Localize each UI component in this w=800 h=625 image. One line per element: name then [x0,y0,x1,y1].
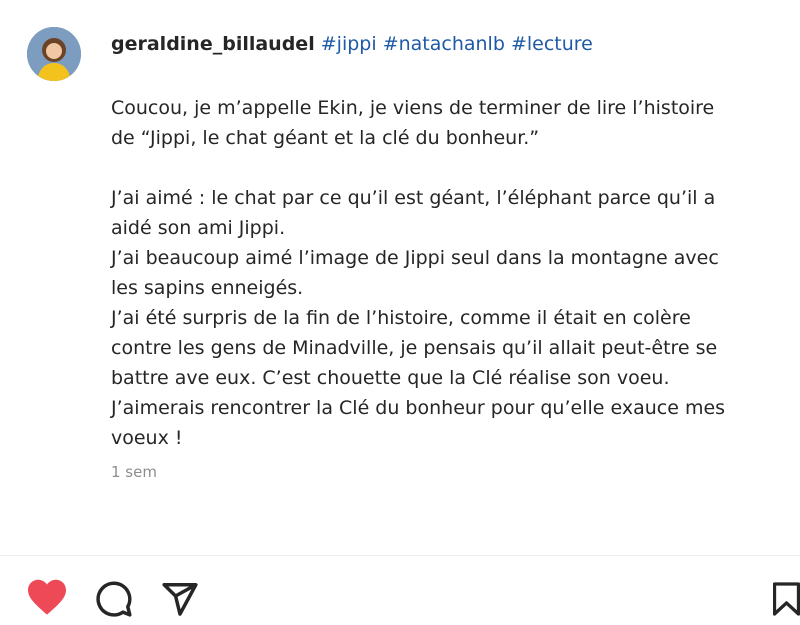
hashtag-link[interactable]: #jippi [321,33,377,55]
caption-line: J’ai aimé : le chat par ce qu’il est géa… [111,187,716,209]
hashtag-link[interactable]: #lecture [511,33,593,55]
comment-button[interactable] [95,580,133,618]
profile-photo-icon [27,27,81,81]
caption-line: J’ai été surpris de la fin de l’histoire… [111,307,691,329]
caption-line: J’aimerais rencontrer la Clé du bonheur … [111,397,726,419]
paper-plane-icon [162,583,198,616]
post-timestamp[interactable]: 1 sem [111,463,157,481]
hashtag-link[interactable]: #natachanlb [383,33,505,55]
like-button[interactable] [26,578,68,616]
heart-filled-icon [28,579,66,615]
caption-line: J’ai beaucoup aimé l’image de Jippi seul… [111,247,719,269]
share-button[interactable] [161,580,199,618]
bookmark-icon [773,582,800,616]
post-caption-panel: geraldine_billaudel #jippi #natachanlb #… [0,0,800,555]
username-link[interactable]: geraldine_billaudel [111,33,315,55]
avatar[interactable] [27,27,81,81]
action-bar [0,556,800,625]
caption-line: contre les gens de Minadville, je pensai… [111,337,718,359]
caption-line: les sapins enneigés. [111,277,304,299]
caption-line: Coucou, je m’appelle Ekin, je viens de t… [111,97,715,119]
caption-header: geraldine_billaudel #jippi #natachanlb #… [111,31,593,57]
caption-line: battre ave eux. C’est chouette que la Cl… [111,367,670,389]
caption-text: Coucou, je m’appelle Ekin, je viens de t… [111,93,783,453]
caption-line: aidé son ami Jippi. [111,217,286,239]
speech-bubble-icon [96,581,132,617]
caption-line: voeux ! [111,427,183,449]
save-button[interactable] [773,580,800,618]
caption-line: de “Jippi, le chat géant et la clé du bo… [111,127,540,149]
caption-blank-line [111,153,783,183]
